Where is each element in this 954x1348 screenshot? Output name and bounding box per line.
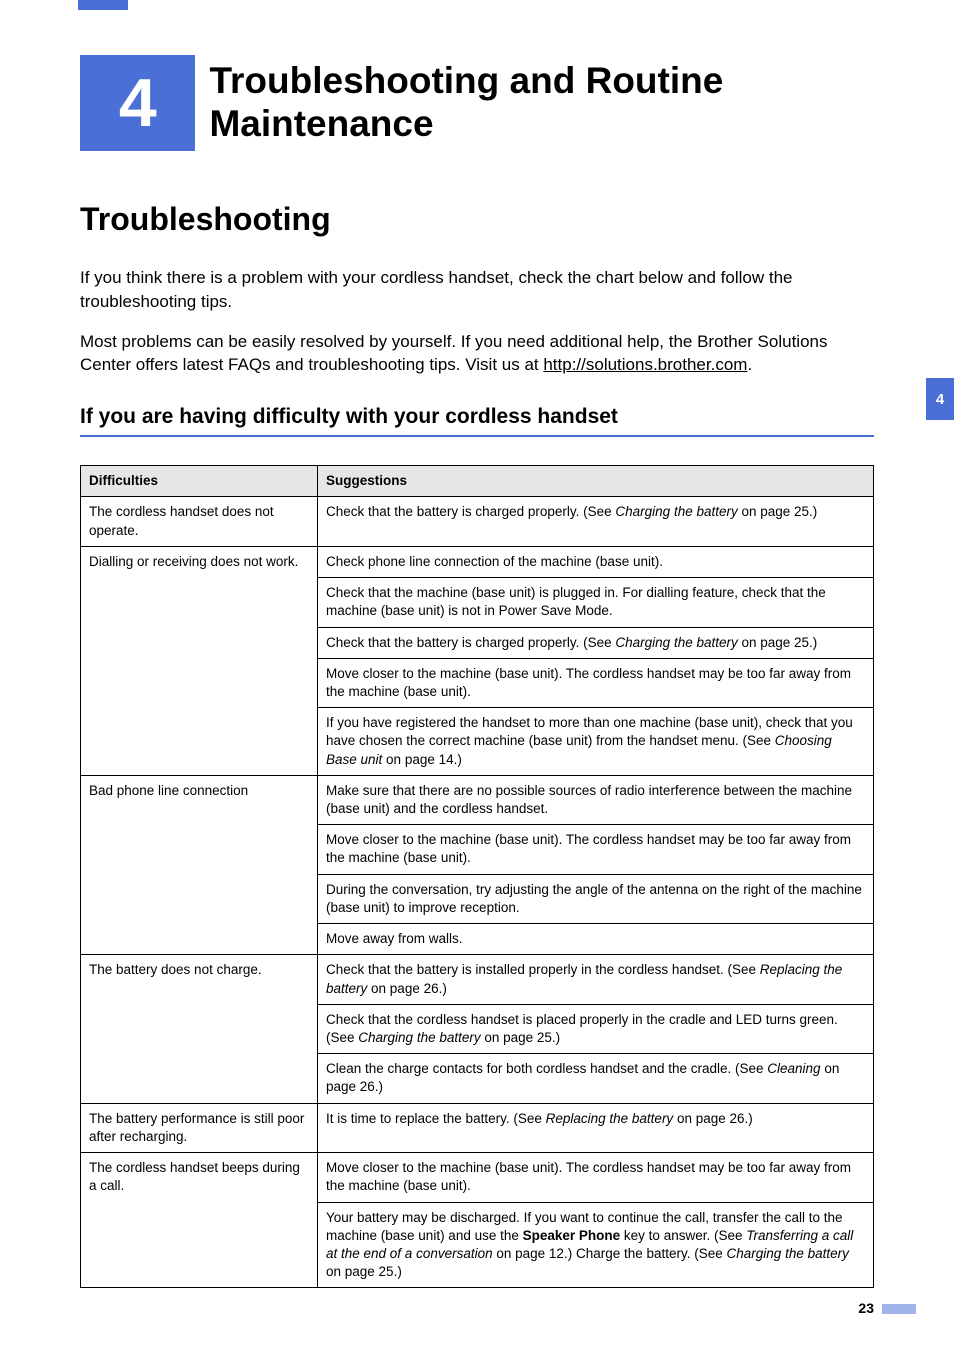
difficulty-cell: The battery performance is still poor af… [81,1103,318,1152]
difficulty-cell: The battery does not charge. [81,955,318,1103]
text-segment: Charging the battery [615,635,737,650]
intro-text-after-link: . [747,355,752,374]
side-tab-chapter-indicator: 4 [926,378,954,420]
top-tab-decoration [78,0,128,10]
intro-paragraph-2: Most problems can be easily resolved by … [80,330,874,378]
suggestion-cell: Check that the battery is charged proper… [318,497,874,546]
chapter-title: Troubleshooting and Routine Maintenance [195,55,874,151]
text-segment: Check that the battery is charged proper… [326,504,615,519]
suggestion-cell: Check that the battery is installed prop… [318,955,874,1004]
solutions-link[interactable]: http://solutions.brother.com [543,355,747,374]
difficulty-cell: The cordless handset does not operate. [81,497,318,546]
suggestion-cell: Move away from walls. [318,924,874,955]
table-row: Dialling or receiving does not work.Chec… [81,546,874,577]
text-segment: key to answer. (See [620,1228,746,1243]
text-segment: on page 26.) [367,981,447,996]
text-segment: on page 25.) [738,635,818,650]
intro-paragraph-1: If you think there is a problem with you… [80,266,874,314]
suggestion-cell: Your battery may be discharged. If you w… [318,1202,874,1288]
suggestion-cell: Check that the battery is charged proper… [318,627,874,658]
suggestion-cell: It is time to replace the battery. (See … [318,1103,874,1152]
subsection-title: If you are having difficulty with your c… [80,405,874,437]
difficulty-cell: The cordless handset beeps during a call… [81,1153,318,1288]
chapter-number-badge: 4 [80,55,195,151]
text-segment: on page 25.) [738,504,818,519]
text-segment: It is time to replace the battery. (See [326,1111,546,1126]
text-segment: Speaker Phone [523,1228,621,1243]
suggestion-cell: Move closer to the machine (base unit). … [318,825,874,874]
text-segment: Charging the battery [358,1030,480,1045]
table-header-suggestions: Suggestions [318,466,874,497]
difficulty-cell: Dialling or receiving does not work. [81,546,318,775]
text-segment: on page 12.) Charge the battery. (See [493,1246,727,1261]
text-segment: Check that the machine (base unit) is pl… [326,585,826,618]
suggestion-cell: If you have registered the handset to mo… [318,708,874,776]
text-segment: Charging the battery [727,1246,849,1261]
text-segment: Move closer to the machine (base unit). … [326,666,851,699]
suggestion-cell: During the conversation, try adjusting t… [318,874,874,923]
text-segment: on page 25.) [481,1030,561,1045]
text-segment: on page 14.) [382,752,462,767]
page-number: 23 [858,1300,874,1316]
section-title: Troubleshooting [80,201,874,238]
suggestion-cell: Check phone line connection of the machi… [318,546,874,577]
text-segment: on page 26.) [673,1111,753,1126]
suggestion-cell: Clean the charge contacts for both cordl… [318,1054,874,1103]
text-segment: Check that the battery is installed prop… [326,962,760,977]
text-segment: During the conversation, try adjusting t… [326,882,862,915]
table-row: The battery does not charge.Check that t… [81,955,874,1004]
table-row: The cordless handset beeps during a call… [81,1153,874,1202]
suggestion-cell: Make sure that there are no possible sou… [318,775,874,824]
suggestion-cell: Check that the cordless handset is place… [318,1004,874,1053]
text-segment: Move closer to the machine (base unit). … [326,832,851,865]
text-segment: Check that the battery is charged proper… [326,635,615,650]
troubleshooting-table: Difficulties Suggestions The cordless ha… [80,465,874,1288]
suggestion-cell: Check that the machine (base unit) is pl… [318,578,874,627]
page-content: 4 Troubleshooting and Routine Maintenanc… [0,0,954,1288]
text-segment: Move closer to the machine (base unit). … [326,1160,851,1193]
difficulty-cell: Bad phone line connection [81,775,318,955]
suggestion-cell: Move closer to the machine (base unit). … [318,1153,874,1202]
table-header-difficulties: Difficulties [81,466,318,497]
text-segment: Charging the battery [615,504,737,519]
table-row: The cordless handset does not operate. Ch… [81,497,874,546]
page-number-bar [882,1304,916,1314]
text-segment: Cleaning [767,1061,820,1076]
text-segment: Check phone line connection of the machi… [326,554,663,569]
suggestion-cell: Move closer to the machine (base unit). … [318,658,874,707]
table-row: Bad phone line connectionMake sure that … [81,775,874,824]
table-row: The battery performance is still poor af… [81,1103,874,1152]
text-segment: Clean the charge contacts for both cordl… [326,1061,767,1076]
text-segment: Replacing the battery [546,1111,674,1126]
text-segment: Make sure that there are no possible sou… [326,783,852,816]
text-segment: on page 25.) [326,1264,402,1279]
chapter-header: 4 Troubleshooting and Routine Maintenanc… [80,55,874,151]
text-segment: Move away from walls. [326,931,463,946]
